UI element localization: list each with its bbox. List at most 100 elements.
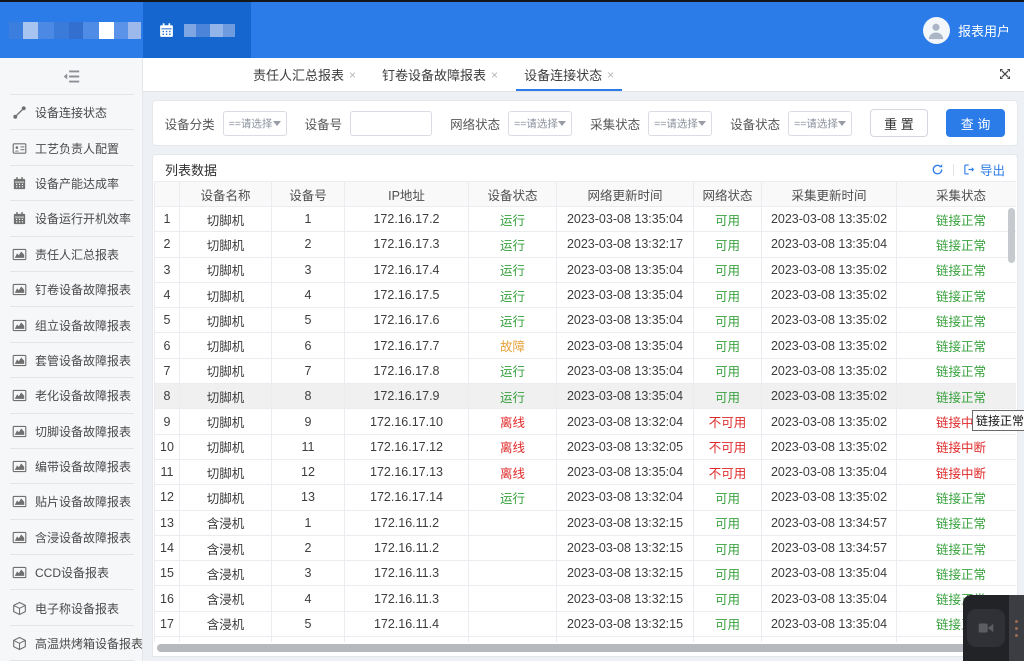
logo-block xyxy=(54,21,69,39)
cell: 2023-03-08 13:34:57 xyxy=(761,534,897,562)
sidebar-item[interactable]: 套管设备故障报表 xyxy=(0,343,142,379)
table-row[interactable]: 18含浸机可用链接正常 xyxy=(154,636,1016,642)
topnav-label-redacted xyxy=(184,23,235,37)
tab[interactable]: 钉卷设备故障报表 × xyxy=(372,58,508,91)
cell: 可用 xyxy=(693,281,762,309)
cell: 切脚机 xyxy=(179,458,272,486)
cell: 2023-03-08 13:35:04 xyxy=(761,458,897,486)
cell: 10 xyxy=(154,433,180,460)
cell: 2023-03-08 13:35:04 xyxy=(761,560,897,587)
sidebar-item[interactable]: 组立设备故障报表 xyxy=(0,307,142,344)
export-button[interactable]: 导出 xyxy=(963,160,1005,179)
table-row[interactable]: 15 含浸机 3 172.16.11.3 2023-03-08 13:32:15 可用 20… xyxy=(154,560,1016,587)
cell: 离线 xyxy=(468,458,557,486)
sidebar-item[interactable]: 编带设备故障报表 xyxy=(0,449,142,485)
user-name[interactable]: 报表用户 xyxy=(958,21,1010,40)
table-row[interactable]: 10 切脚机 11 172.16.17.12 离线 2023-03-08 13:32:05… xyxy=(154,433,1016,460)
cell: 运行 xyxy=(468,484,557,511)
chevron-down-icon xyxy=(272,120,281,126)
tab[interactable]: 责任人汇总报表 × xyxy=(243,58,366,91)
table-row[interactable]: 17 含浸机 5 172.16.11.4 2023-03-08 13:32:15 可用 20… xyxy=(154,610,1016,638)
tab[interactable]: 设备连接状态 × xyxy=(514,58,624,91)
horizontal-scrollbar-thumb[interactable] xyxy=(157,644,1009,652)
cell: 运行 xyxy=(468,281,557,309)
horizontal-scrollbar[interactable] xyxy=(155,643,1015,653)
cell: 172.16.17.9 xyxy=(344,383,469,410)
sidebar-item[interactable]: 电子称设备报表 xyxy=(0,590,142,627)
table-row[interactable]: 7 切脚机 7 172.16.17.8 运行 2023-03-08 13:35:04 可用 2… xyxy=(154,357,1016,385)
cell xyxy=(468,610,557,638)
table-row[interactable]: 9 切脚机 9 172.16.17.10 离线 2023-03-08 13:32:04 不可… xyxy=(154,408,1016,435)
sidebar-item[interactable]: 工艺负责人配置 xyxy=(0,130,142,167)
cell: 18 xyxy=(154,636,180,642)
filter-field: 设备状态 ==请选择= xyxy=(730,110,853,136)
cell xyxy=(468,560,557,587)
cell: 链接正常 xyxy=(896,484,1016,511)
cell: 5 xyxy=(154,307,180,334)
cell: 切脚机 xyxy=(179,307,272,334)
fullscreen-icon[interactable] xyxy=(998,67,1012,81)
sidebar-item[interactable]: 高温烘烤箱设备报表 xyxy=(0,626,142,661)
cell: 含浸机 xyxy=(179,610,272,638)
cell: 2023-03-08 13:35:02 xyxy=(761,433,897,460)
column-header: 设备状态 xyxy=(468,181,557,207)
table-row[interactable]: 5 切脚机 5 172.16.17.6 运行 2023-03-08 13:35:04 可用 2… xyxy=(154,307,1016,334)
logo-block xyxy=(9,21,23,39)
table-row[interactable]: 8 切脚机 8 172.16.17.9 运行 2023-03-08 13:35:04 可用 2… xyxy=(154,383,1016,410)
cell: 2023-03-08 13:35:02 xyxy=(761,484,897,511)
reset-button[interactable]: 重 置 xyxy=(870,109,928,137)
sidebar-item[interactable]: 钉卷设备故障报表 xyxy=(0,272,142,308)
sidebar-collapse-button[interactable] xyxy=(0,58,142,95)
table-row[interactable]: 6 切脚机 6 172.16.17.7 故障 2023-03-08 13:35:04 可用 2… xyxy=(154,332,1016,359)
cell: 链接正常 xyxy=(896,332,1016,359)
vertical-scrollbar[interactable] xyxy=(1008,208,1015,263)
cell: 2023-03-08 13:35:04 xyxy=(556,205,694,233)
pip-body[interactable] xyxy=(963,595,1009,661)
filter-select[interactable]: ==请选择= xyxy=(648,110,713,136)
pip-menu[interactable] xyxy=(1009,595,1024,661)
sidebar-item[interactable]: 责任人汇总报表 xyxy=(0,237,142,273)
table-row[interactable]: 13 含浸机 1 172.16.11.2 2023-03-08 13:32:15 可用 20… xyxy=(154,509,1016,536)
tab-close-icon[interactable]: × xyxy=(349,69,356,81)
refresh-icon[interactable] xyxy=(931,163,944,176)
table-row[interactable]: 2 切脚机 2 172.16.17.3 运行 2023-03-08 13:32:17 可用 2… xyxy=(154,231,1016,258)
tab-close-icon[interactable]: × xyxy=(491,69,498,81)
tab-label: 责任人汇总报表 xyxy=(253,68,345,83)
cell: 2023-03-08 13:35:02 xyxy=(761,256,897,283)
sidebar-item[interactable]: 设备连接状态 xyxy=(0,95,142,131)
tab-close-icon[interactable]: × xyxy=(607,69,614,81)
cube-icon xyxy=(12,601,27,616)
select-value: ==请选择= xyxy=(654,117,698,130)
table-row[interactable]: 14 含浸机 2 172.16.11.2 2023-03-08 13:32:15 可用 20… xyxy=(154,534,1016,562)
sidebar-item[interactable]: 贴片设备故障报表 xyxy=(0,484,142,521)
sidebar-item[interactable]: 设备运行开机效率 xyxy=(0,201,142,237)
sidebar-item-label: 设备连接状态 xyxy=(35,106,108,121)
export-label: 导出 xyxy=(979,164,1005,178)
table-row[interactable]: 4 切脚机 4 172.16.17.5 运行 2023-03-08 13:35:04 可用 2… xyxy=(154,281,1016,309)
table-row[interactable]: 11 切脚机 12 172.16.17.13 离线 2023-03-08 13:35:04… xyxy=(154,458,1016,486)
cell: 5 xyxy=(271,307,345,334)
cell: 2023-03-08 13:32:15 xyxy=(556,560,694,587)
table-row[interactable]: 1 切脚机 1 172.16.17.2 运行 2023-03-08 13:35:04 可用 2… xyxy=(154,205,1016,233)
table-row[interactable]: 3 切脚机 3 172.16.17.4 运行 2023-03-08 13:35:04 可用 2… xyxy=(154,256,1016,283)
cell: 172.16.17.7 xyxy=(344,332,469,359)
avatar[interactable] xyxy=(922,16,950,44)
table-row[interactable]: 16 含浸机 4 172.16.11.3 2023-03-08 13:32:15 可用 20… xyxy=(154,585,1016,612)
device-number-input[interactable] xyxy=(350,110,433,136)
logo-block xyxy=(69,21,83,39)
sidebar-item[interactable]: 老化设备故障报表 xyxy=(0,378,142,414)
table-row[interactable]: 12 切脚机 13 172.16.17.14 运行 2023-03-08 13:32:04… xyxy=(154,484,1016,511)
sidebar-item[interactable]: 含浸设备故障报表 xyxy=(0,520,142,556)
sidebar-item[interactable]: 设备产能达成率 xyxy=(0,166,142,202)
topnav-item-active[interactable] xyxy=(143,2,251,58)
filter-select[interactable]: ==请选择= xyxy=(222,110,287,136)
filter-select[interactable]: ==请选择= xyxy=(788,110,853,136)
filter-select[interactable]: ==请选择= xyxy=(508,110,573,136)
query-button[interactable]: 查 询 xyxy=(945,109,1006,137)
pip-widget[interactable] xyxy=(963,595,1024,661)
cell: 含浸机 xyxy=(179,560,272,587)
sidebar-item[interactable]: 切脚设备故障报表 xyxy=(0,414,142,450)
cell: 11 xyxy=(271,433,345,460)
cell: 不可用 xyxy=(693,458,762,486)
sidebar-item[interactable]: CCD设备报表 xyxy=(0,555,142,591)
